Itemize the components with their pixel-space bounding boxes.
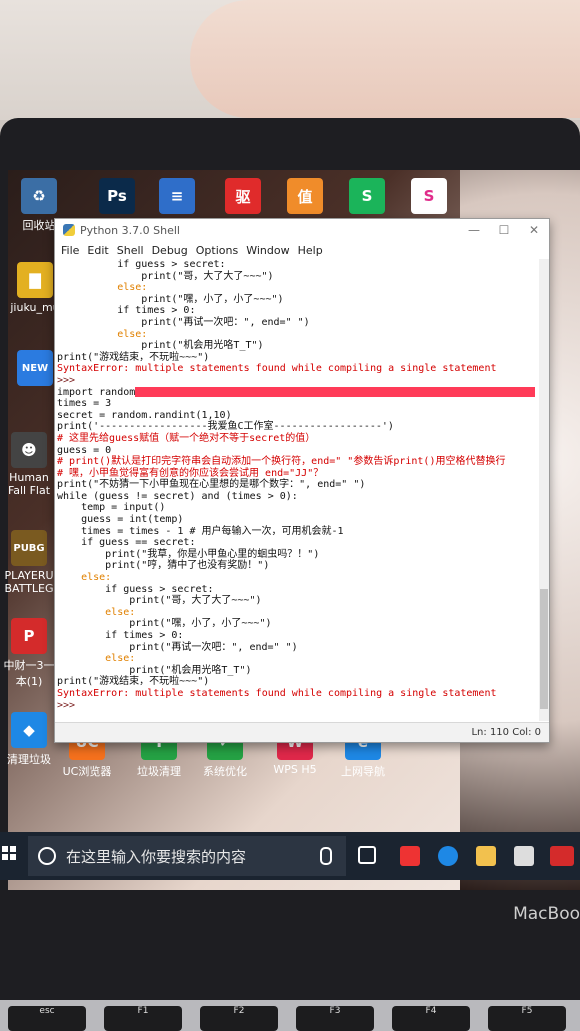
desktop-icon-label: 中财一3一本(1) <box>3 659 55 688</box>
key-f4: F4 <box>392 1006 470 1031</box>
desktop-icon[interactable]: ◆ 清理垃圾 <box>0 712 58 767</box>
code-line: >>> <box>57 699 82 711</box>
desktop-icon[interactable]: ☻ Human Fall Flat <box>0 432 58 497</box>
desktop-icon[interactable]: P 中财一3一本(1) <box>0 618 58 689</box>
desktop-icon-label: PLAYERU BATTLEG <box>4 569 54 595</box>
code-line: else: <box>57 282 148 294</box>
code-line: print("嘿，小了，小了~~~") <box>57 293 284 305</box>
store-icon[interactable] <box>400 846 420 866</box>
desktop-icon-label: 上网导航 <box>341 765 385 778</box>
background-arm <box>190 0 580 118</box>
file-explorer-icon[interactable] <box>476 846 496 866</box>
code-line: print("我草，你是小甲鱼心里的蛔虫吗？！") <box>57 548 320 560</box>
code-line: SyntaxError: multiple statements found w… <box>57 687 497 699</box>
code-line: else: <box>57 572 112 584</box>
cortana-icon <box>38 847 56 865</box>
code-line: print("机会用光咯T_T") <box>57 340 264 352</box>
key-f1: F1 <box>104 1006 182 1031</box>
key-f5: F5 <box>488 1006 566 1031</box>
edge-icon[interactable] <box>438 846 458 866</box>
app-tray-icon[interactable] <box>550 846 574 866</box>
desktop-icon-label: WPS H5 <box>273 763 317 776</box>
key-f2: F2 <box>200 1006 278 1031</box>
desktop-icon-label: 垃圾清理 <box>137 765 181 778</box>
code-line: else: <box>57 606 136 618</box>
shell-output[interactable]: if guess > secret: print("哥，大了大了~~~") el… <box>55 259 541 721</box>
key-f3: F3 <box>296 1006 374 1031</box>
window-title: Python 3.7.0 Shell <box>80 223 180 237</box>
python-logo-icon <box>63 224 75 236</box>
code-line: if guess > secret: <box>57 259 226 270</box>
mail-icon[interactable] <box>514 846 534 866</box>
laptop-brand: MacBoo <box>513 904 580 924</box>
code-line: if guess == secret: <box>57 537 196 549</box>
code-line: >>> <box>57 374 82 386</box>
code-line: guess = 0 <box>57 444 112 456</box>
menu-file[interactable]: File <box>61 244 79 257</box>
menu-help[interactable]: Help <box>298 244 323 257</box>
code-line: print("哼，猜中了也没有奖励！") <box>57 560 270 572</box>
code-line: print('------------------我爱鱼C工作室--------… <box>57 421 394 433</box>
code-line: print("哥，大了大了~~~") <box>57 270 274 282</box>
window-titlebar[interactable]: Python 3.7.0 Shell — ☐ ✕ <box>55 219 549 241</box>
code-line: times = times - 1 # 用户每输入一次，可用机会就-1 <box>57 525 344 537</box>
search-placeholder: 在这里输入你要搜索的内容 <box>66 847 247 866</box>
code-line: print("再试一次吧：", end=" ") <box>57 316 310 328</box>
desktop-icon-label: 清理垃圾 <box>7 753 51 766</box>
code-line: SyntaxError: multiple statements found w… <box>57 363 497 375</box>
python-shell-window: Python 3.7.0 Shell — ☐ ✕ File Edit Shell De… <box>54 218 550 743</box>
desktop-shortcut-icon[interactable]: S <box>400 178 458 217</box>
code-line: # print()默认是打印完字符串会自动添加一个换行符，end=" "参数告诉… <box>57 456 506 468</box>
menu-shell[interactable]: Shell <box>117 244 144 257</box>
code-line: else: <box>57 653 136 665</box>
code-line: if times > 0: <box>57 630 184 641</box>
menu-options[interactable]: Options <box>196 244 238 257</box>
menu-edit[interactable]: Edit <box>87 244 108 257</box>
code-line: guess = int(temp) <box>57 514 184 526</box>
minimize-icon[interactable]: — <box>459 223 489 237</box>
code-line: # 嘿，小甲鱼觉得富有创意的你应该会尝试用 end="JJ"？ <box>57 467 324 479</box>
close-icon[interactable]: ✕ <box>519 223 549 237</box>
desktop-icon-label: 系统优化 <box>203 765 247 778</box>
selection-highlight <box>135 386 536 397</box>
code-line: # 这里先给guess赋值（赋一个绝对不等于secret的值） <box>57 432 316 444</box>
menu-debug[interactable]: Debug <box>152 244 188 257</box>
scrollbar-thumb[interactable] <box>540 589 548 709</box>
desktop-shortcut-icon[interactable]: 值 <box>276 178 334 217</box>
code-line: print("不妨猜一下小甲鱼现在心里想的是哪个数字：", end=" ") <box>57 479 366 491</box>
menu-bar: File Edit Shell Debug Options Window Help <box>55 241 549 259</box>
code-line: times = 3 <box>57 398 112 410</box>
code-line: import random <box>57 386 541 399</box>
desktop-icon-label: UC浏览器 <box>62 765 112 778</box>
vertical-scrollbar[interactable] <box>539 259 549 721</box>
microphone-icon[interactable] <box>320 847 332 865</box>
code-line: if times > 0: <box>57 305 196 317</box>
menu-window[interactable]: Window <box>246 244 289 257</box>
taskbar: 在这里输入你要搜索的内容 <box>0 832 580 880</box>
desktop-shortcut-icon[interactable]: S <box>338 178 396 217</box>
key-esc: esc <box>8 1006 86 1031</box>
desktop-shortcut-icon[interactable]: 驱 <box>214 178 272 217</box>
code-line: if guess > secret: <box>57 583 214 595</box>
desktop-shortcut-icon[interactable]: ≡ <box>148 178 206 217</box>
code-line: print("嘿，小了，小了~~~") <box>57 618 272 630</box>
code-line: print("再试一次吧：", end=" ") <box>57 641 298 653</box>
code-line: while (guess != secret) and (times > 0): <box>57 490 298 502</box>
code-line: print("哥，大了大了~~~") <box>57 595 262 607</box>
code-line: else: <box>57 328 148 340</box>
code-line: print("机会用光咯T_T") <box>57 664 252 676</box>
status-bar: Ln: 110 Col: 0 <box>55 722 549 742</box>
task-view-icon[interactable] <box>358 846 376 864</box>
maximize-icon[interactable]: ☐ <box>489 223 519 237</box>
desktop-icon[interactable]: PUBG PLAYERU BATTLEG <box>0 530 58 595</box>
code-line: print("游戏结束，不玩啦~~~") <box>57 351 210 363</box>
code-line: print("游戏结束，不玩啦~~~") <box>57 676 210 688</box>
desktop-shortcut-icon[interactable]: Ps <box>88 178 146 217</box>
start-button[interactable] <box>2 846 16 860</box>
taskbar-search[interactable]: 在这里输入你要搜索的内容 <box>28 836 346 876</box>
desktop-icon-label: Human Fall Flat <box>7 471 51 497</box>
code-line: secret = random.randint(1,10) <box>57 409 232 421</box>
code-line: temp = input() <box>57 502 166 514</box>
